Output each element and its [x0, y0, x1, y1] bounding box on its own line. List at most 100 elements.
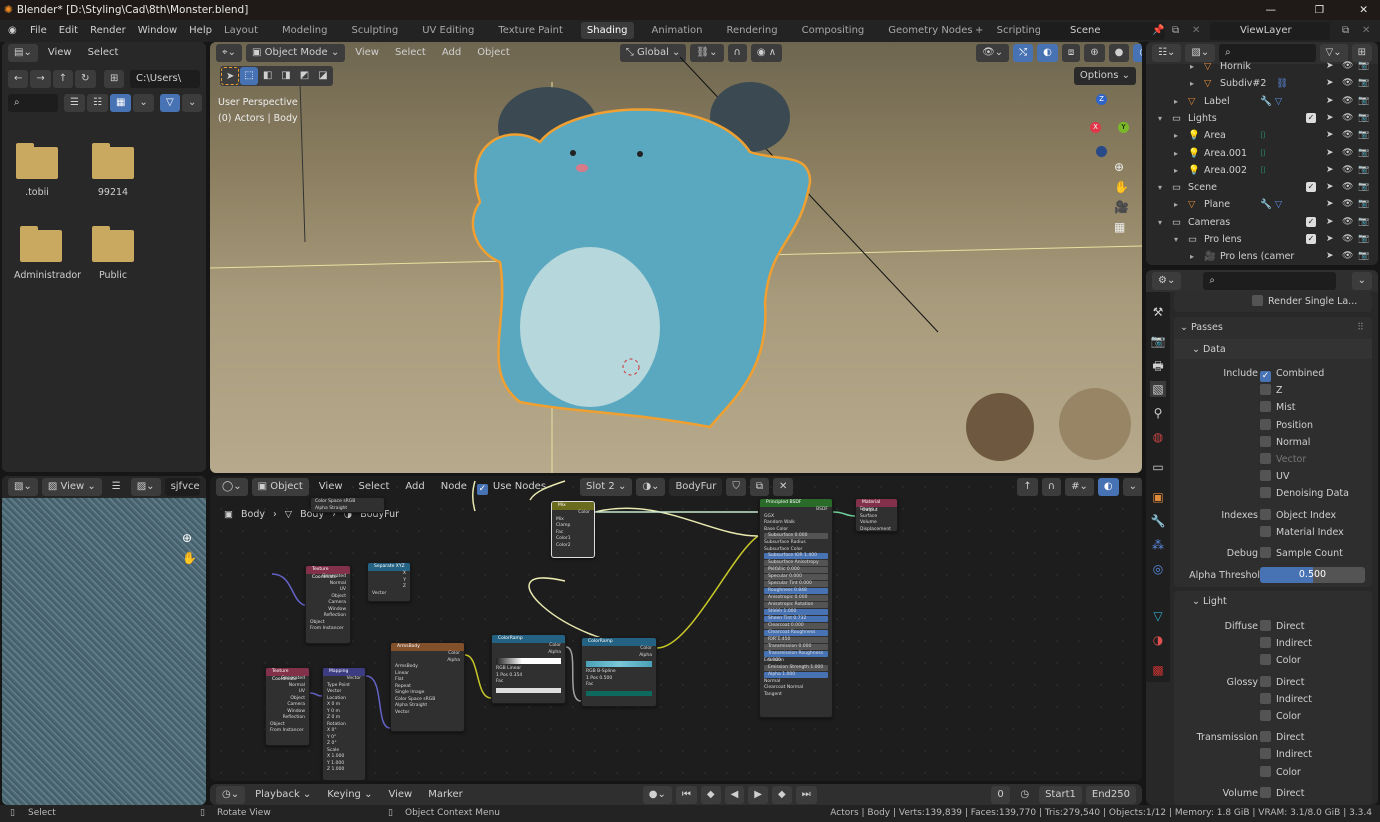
- menu-marker[interactable]: Marker: [422, 784, 469, 805]
- render-camera-icon[interactable]: 📷: [1358, 179, 1369, 196]
- pin-icon[interactable]: 📌: [1152, 20, 1164, 42]
- render-camera-icon[interactable]: 📷: [1358, 110, 1369, 127]
- checkbox[interactable]: [1260, 384, 1271, 396]
- pan-hand-icon[interactable]: ✋: [1114, 180, 1129, 194]
- checkbox[interactable]: [1252, 295, 1263, 306]
- 3d-viewport[interactable]: ⌖⌄ ▣ Object Mode ⌄ View Select Add Objec…: [210, 42, 1142, 473]
- outliner-row[interactable]: ▸ ▽ Subdiv#2 ⛓ ➤ 👁 📷: [1146, 75, 1378, 92]
- node-input[interactable]: Displacement: [856, 527, 897, 532]
- node-output-socket[interactable]: Alpha: [492, 650, 565, 657]
- scene-tab-icon[interactable]: ⚲: [1150, 405, 1166, 421]
- select-arrow-icon[interactable]: ➤: [1326, 58, 1334, 75]
- select-arrow-icon[interactable]: ➤: [1326, 231, 1334, 248]
- pass-checkbox-direct[interactable]: Direct: [1260, 618, 1304, 635]
- node-input[interactable]: Specular 0.000: [764, 574, 828, 580]
- folder-item[interactable]: Administrador: [14, 226, 81, 281]
- node-title[interactable]: Texture Coordinate: [306, 566, 350, 580]
- delete-scene-icon[interactable]: ✕: [1192, 20, 1200, 42]
- node-mix[interactable]: Mix Color Mix Clamp Fac Color1 Color2: [551, 501, 595, 558]
- node-input[interactable]: Metallic 0.000: [764, 567, 828, 573]
- node-title[interactable]: Mix: [552, 502, 594, 510]
- checkbox[interactable]: [1260, 487, 1271, 499]
- next-keyframe-icon[interactable]: ◆: [771, 785, 792, 804]
- node-input[interactable]: Subsurface IOR 1.400: [764, 553, 828, 559]
- color-swatch[interactable]: [496, 687, 561, 693]
- expand-arrow-icon[interactable]: ▾: [1158, 214, 1162, 231]
- outliner-row[interactable]: ▸ ▽ Plane 🔧 ▽ ➤ 👁 📷: [1146, 196, 1378, 213]
- checkbox[interactable]: [1260, 675, 1271, 687]
- select-arrow-icon[interactable]: ➤: [1326, 248, 1334, 265]
- pass-checkbox-direct[interactable]: Direct: [1260, 785, 1304, 802]
- menu-view[interactable]: View: [42, 42, 78, 64]
- node-texcoord1[interactable]: Texture Coordinate Generated Normal UV Objec…: [305, 565, 351, 644]
- node-input[interactable]: Roughness 0.848: [764, 588, 828, 594]
- shader-editor[interactable]: ◯⌄ ▣ Object View Select Add Node ✓ Use No…: [210, 476, 1142, 781]
- node-input[interactable]: Transmission Roughness 0.000: [764, 651, 828, 663]
- node-title[interactable]: Separate XYZ: [368, 563, 410, 571]
- list-horizontal-icon[interactable]: ☷: [86, 94, 108, 112]
- color-swatch[interactable]: [586, 690, 652, 696]
- menu-view[interactable]: View: [382, 784, 418, 805]
- node-input[interactable]: Specular Tint 0.000: [764, 581, 828, 587]
- expand-arrow-icon[interactable]: ▾: [1174, 231, 1178, 248]
- node-title[interactable]: Material Output: [856, 499, 897, 513]
- checkbox[interactable]: [1260, 547, 1271, 558]
- wrench-icon[interactable]: 🔧 ▽: [1260, 196, 1282, 213]
- expand-arrow-icon[interactable]: ▸: [1174, 127, 1178, 144]
- folder-item[interactable]: Public: [90, 226, 136, 281]
- eye-icon[interactable]: 👁: [1342, 162, 1353, 179]
- render-tab-icon[interactable]: 📷: [1150, 333, 1166, 349]
- node-ramp2[interactable]: ColorRamp Color Alpha RGB B-Spline 1 Pos 0.5…: [581, 637, 657, 707]
- node-output-socket[interactable]: Alpha: [582, 653, 656, 660]
- view-layer-selector[interactable]: ViewLayer: [1210, 22, 1330, 40]
- outliner-row[interactable]: ▸ 💡 Area ⌷ ➤ 👁 📷: [1146, 127, 1378, 144]
- pass-checkbox-sample-count[interactable]: Sample Count: [1260, 545, 1343, 562]
- node-input[interactable]: Subsurface 0.000: [764, 533, 828, 539]
- record-icon[interactable]: ●⌄: [642, 785, 672, 804]
- pass-checkbox-indirect[interactable]: Indirect: [1260, 691, 1312, 708]
- checkbox[interactable]: [1260, 654, 1271, 666]
- data-tab-icon[interactable]: ▽: [1150, 608, 1166, 624]
- view-layer-tab-icon[interactable]: ▧: [1150, 381, 1166, 397]
- select-invert-icon[interactable]: ◩: [295, 67, 314, 85]
- checkbox[interactable]: ✓: [1260, 371, 1271, 382]
- eye-icon[interactable]: 👁: [1342, 58, 1353, 75]
- render-camera-icon[interactable]: 📷: [1358, 162, 1369, 179]
- editor-type-icon[interactable]: ⚙⌄: [1152, 272, 1182, 290]
- outliner-row[interactable]: ▸ 🎥 Pro lens (camer ➤ 👁 📷: [1146, 248, 1378, 265]
- node-mapping[interactable]: Mapping Vector Type Point Vector Location X 0…: [322, 667, 366, 781]
- node-bsdf[interactable]: Principled BSDF BSDF GGX Random Walk Base Co…: [759, 498, 833, 718]
- editor-type-icon[interactable]: ▧⌄: [8, 478, 38, 496]
- select-arrow-icon[interactable]: ➤: [1326, 196, 1334, 213]
- eye-icon[interactable]: 👁: [1342, 196, 1353, 213]
- render-camera-icon[interactable]: 📷: [1358, 145, 1369, 162]
- select-arrow-icon[interactable]: ➤: [1326, 145, 1334, 162]
- tab-scripting[interactable]: Scripting: [991, 22, 1047, 39]
- options-chevron-icon[interactable]: ⌄: [1351, 272, 1372, 290]
- outliner-row[interactable]: ▾ ▭ Pro lens ✓ ➤ 👁 📷: [1146, 231, 1378, 248]
- prev-keyframe-icon[interactable]: ◆: [700, 785, 721, 804]
- node-input[interactable]: Fac: [492, 679, 565, 686]
- scene-selector[interactable]: Scene: [1040, 22, 1165, 40]
- world-tab-icon[interactable]: ◍: [1150, 429, 1166, 445]
- keying-menu[interactable]: Keying ⌄: [321, 784, 378, 805]
- pass-checkbox-position[interactable]: Position: [1260, 417, 1313, 434]
- render-camera-icon[interactable]: 📷: [1358, 58, 1369, 75]
- outliner-row[interactable]: ▾ ▭ Lights ✓ ➤ 👁 📷: [1146, 110, 1378, 127]
- eye-icon[interactable]: 👁: [1342, 179, 1353, 196]
- lightdata-icon[interactable]: ⌷: [1260, 127, 1266, 144]
- node-input[interactable]: Alpha 1.000: [764, 671, 828, 678]
- pass-checkbox-color[interactable]: Color: [1260, 708, 1301, 725]
- editor-type-icon[interactable]: ◷⌄: [216, 785, 246, 804]
- panel-alpha[interactable]: Alpha Straight: [311, 506, 384, 513]
- select-arrow-icon[interactable]: ➤: [1326, 162, 1334, 179]
- modifier-tab-icon[interactable]: 🔧: [1150, 513, 1166, 529]
- physics-tab-icon[interactable]: ◎: [1150, 561, 1166, 577]
- node-input[interactable]: Sheen 1.000: [764, 609, 828, 615]
- pass-checkbox-z[interactable]: Z: [1260, 382, 1283, 399]
- eye-icon[interactable]: 👁: [1342, 145, 1353, 162]
- pass-checkbox-color[interactable]: Color: [1260, 764, 1301, 781]
- outliner-row[interactable]: ▸ ▽ Label 🔧 ▽ ➤ 👁 📷: [1146, 93, 1378, 110]
- end-frame-field[interactable]: End 250: [1085, 785, 1136, 804]
- image-browse-icon[interactable]: ▨⌄: [130, 478, 161, 496]
